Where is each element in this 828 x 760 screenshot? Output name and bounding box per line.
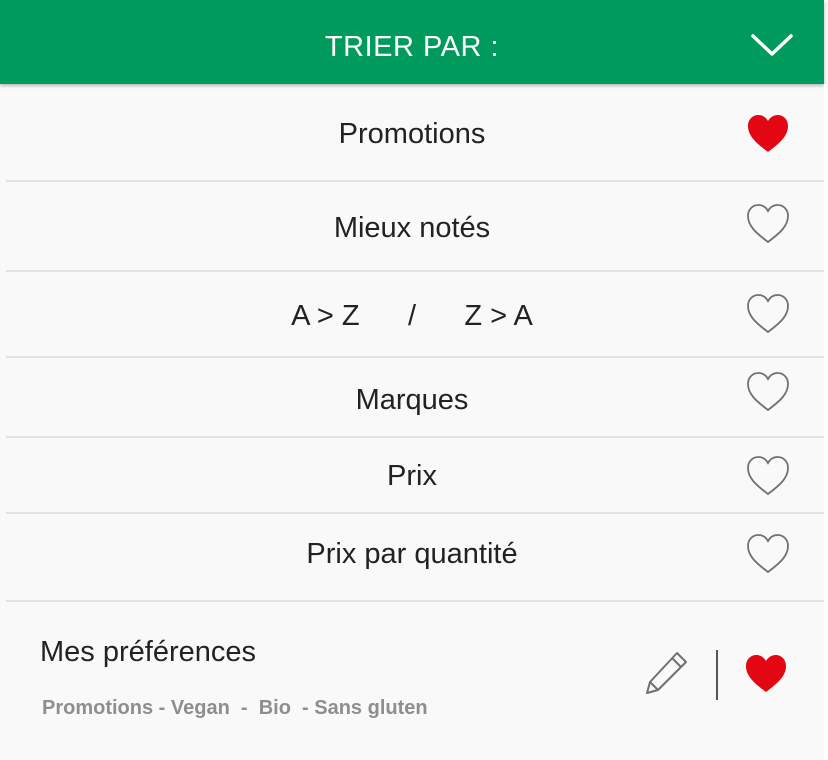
heart-outline-icon[interactable] (746, 456, 790, 496)
vertical-divider (716, 650, 718, 700)
panel-edge (824, 84, 828, 760)
heart-outline-icon[interactable] (746, 204, 790, 244)
heart-outline-icon[interactable] (746, 372, 790, 412)
sort-option-prix[interactable]: Prix (6, 438, 824, 512)
sort-header-title: TRIER PAR : (324, 31, 500, 63)
chevron-down-icon[interactable] (750, 30, 794, 60)
sort-option-label: Prix (387, 460, 437, 492)
divider (6, 600, 824, 602)
preferences-summary: Promotions - Vegan - Bio - Sans gluten (42, 697, 428, 719)
sort-option-label: Promotions (338, 118, 486, 150)
sort-option-label: Prix par quantité (306, 538, 518, 570)
sort-option-label: A > Z / Z > A (291, 300, 533, 332)
sort-option-alphabetical[interactable]: A > Z / Z > A (6, 272, 824, 356)
pencil-icon[interactable] (643, 650, 689, 696)
preferences-title: Mes préférences (40, 636, 256, 668)
sort-header[interactable]: TRIER PAR : (0, 0, 824, 84)
heart-outline-icon[interactable] (746, 534, 790, 574)
heart-outline-icon[interactable] (746, 294, 790, 334)
sort-option-mieux-notes[interactable]: Mieux notés (6, 182, 824, 270)
sort-option-promotions[interactable]: Promotions (6, 86, 824, 180)
sort-option-label: Marques (355, 384, 469, 416)
heart-filled-icon[interactable] (744, 654, 788, 694)
sort-option-marques[interactable]: Marques (6, 358, 824, 436)
sort-option-label: Mieux notés (333, 212, 491, 244)
sort-panel: TRIER PAR : Promotions Mieux notés A > Z… (0, 0, 828, 760)
heart-filled-icon[interactable] (746, 114, 790, 154)
sort-option-prix-par-quantite[interactable]: Prix par quantité (6, 514, 824, 600)
